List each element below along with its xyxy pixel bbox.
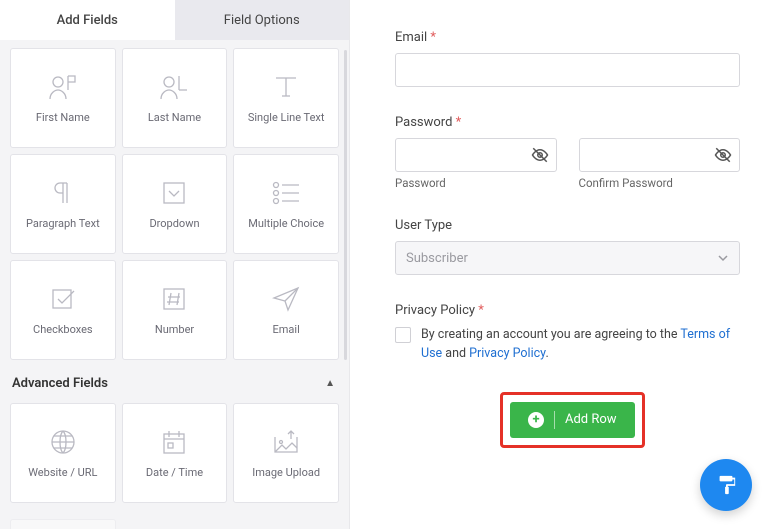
field-label: Number [155,323,194,336]
password-sublabel: Password [395,176,557,190]
person-line-icon [159,73,189,101]
calendar-icon [161,428,187,456]
field-email[interactable]: Email [233,260,339,360]
privacy-policy-link[interactable]: Privacy Policy [469,346,545,361]
field-label: First Name [36,111,90,124]
field-number[interactable]: Number [122,260,228,360]
radio-list-icon [271,179,301,207]
divider [554,411,555,429]
field-label: Dropdown [149,217,199,230]
password-label: Password * [395,115,740,130]
field-dropdown[interactable]: Dropdown [122,154,228,254]
globe-icon [50,428,76,456]
checkbox-icon [50,285,76,313]
field-website-url[interactable]: Website / URL [10,403,116,503]
email-input[interactable] [395,53,740,87]
field-label: Paragraph Text [26,217,100,230]
add-row-highlight: + Add Row [500,392,645,448]
field-label: Multiple Choice [248,217,324,230]
field-single-line-text[interactable]: Single Line Text [233,48,339,148]
privacy-text: By creating an account you are agreeing … [421,326,740,364]
paper-plane-icon [272,285,300,313]
advanced-fields-header[interactable]: Advanced Fields ▲ [8,362,341,401]
add-row-label: Add Row [565,412,617,427]
email-group: Email * [395,30,740,87]
tab-field-options[interactable]: Field Options [175,0,350,40]
field-label: Date / Time [146,466,203,479]
form-preview: Email * Password * [350,0,770,529]
field-label: Last Name [148,111,201,124]
field-first-name[interactable]: First Name [10,48,116,148]
privacy-label: Privacy Policy * [395,303,740,318]
password-group: Password * Password [395,115,740,190]
section-title: Advanced Fields [12,376,108,391]
add-row-button[interactable]: + Add Row [510,402,635,438]
fields-panel: Add Fields Field Options First Name [0,0,350,529]
tab-add-fields[interactable]: Add Fields [0,0,175,40]
hash-icon [161,285,187,313]
chevron-down-icon [717,252,729,264]
image-upload-icon [272,428,300,456]
privacy-checkbox[interactable] [395,327,411,343]
eye-off-icon[interactable] [714,146,732,164]
eye-off-icon[interactable] [531,146,549,164]
scrollbar[interactable] [344,50,347,360]
paint-roller-icon [715,474,737,496]
field-label: Website / URL [28,466,97,479]
dropdown-icon [161,179,187,207]
field-label: Single Line Text [248,111,325,124]
field-label: Email [273,323,300,336]
field-label: Image Upload [252,466,320,479]
customize-fab[interactable] [700,459,752,511]
email-label: Email * [395,30,740,45]
field-date-time[interactable]: Date / Time [122,403,228,503]
privacy-group: Privacy Policy * By creating an account … [395,303,740,364]
user-type-select[interactable]: Subscriber [395,241,740,275]
user-type-value: Subscriber [406,251,468,266]
user-type-label: User Type [395,218,740,233]
field-overflow[interactable] [10,519,116,529]
field-paragraph-text[interactable]: Paragraph Text [10,154,116,254]
chevron-up-icon: ▲ [325,378,335,389]
person-flag-icon [48,73,78,101]
field-image-upload[interactable]: Image Upload [233,403,339,503]
text-cursor-icon [272,73,300,101]
user-type-group: User Type Subscriber [395,218,740,275]
panel-tabs: Add Fields Field Options [0,0,349,40]
confirm-password-sublabel: Confirm Password [579,176,741,190]
field-last-name[interactable]: Last Name [122,48,228,148]
paragraph-icon [51,179,75,207]
field-checkboxes[interactable]: Checkboxes [10,260,116,360]
plus-circle-icon: + [528,412,544,428]
field-multiple-choice[interactable]: Multiple Choice [233,154,339,254]
field-label: Checkboxes [33,323,93,336]
